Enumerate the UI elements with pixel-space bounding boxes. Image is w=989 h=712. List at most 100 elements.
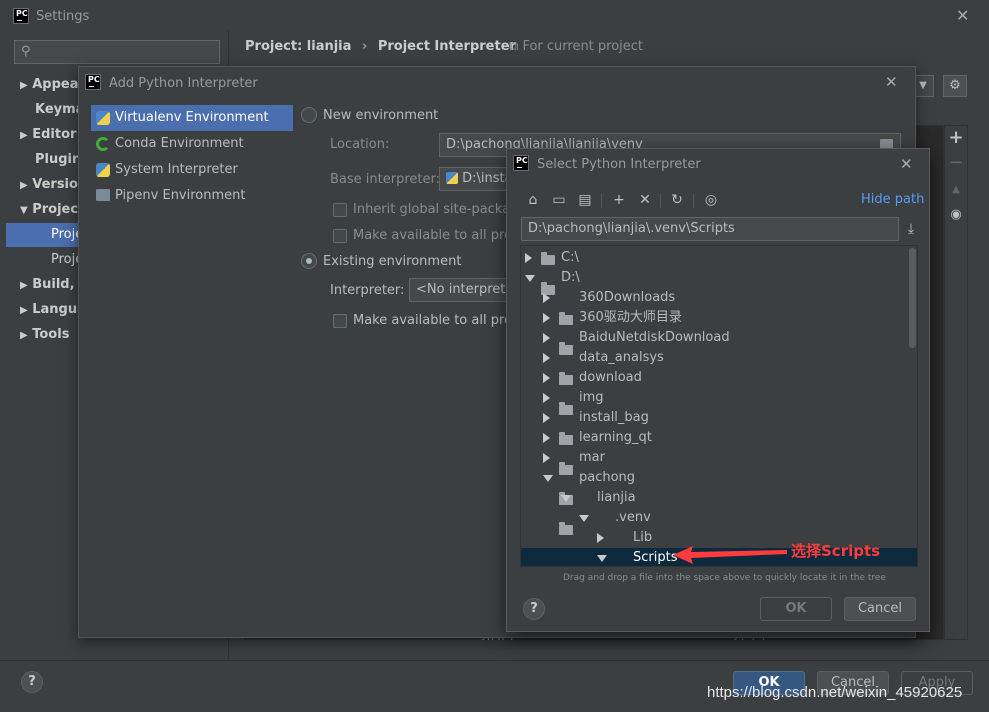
sidebar-item-project[interactable]: ▼ Project <box>20 202 84 217</box>
home-icon[interactable]: ⌂ <box>524 191 542 209</box>
pycharm-logo: PC <box>513 155 529 171</box>
new-environment-radio[interactable] <box>301 107 317 123</box>
refresh-icon[interactable]: ↻ <box>668 191 686 209</box>
tree-item[interactable]: 360驱动大师目录 <box>579 308 682 328</box>
tree-item[interactable]: D:\ <box>561 268 580 288</box>
remove-package-icon[interactable]: − <box>947 154 965 172</box>
expand-toggle-icon[interactable] <box>543 293 550 303</box>
python-icon <box>96 163 110 177</box>
expand-toggle-icon[interactable] <box>543 453 550 463</box>
base-interpreter-label: Base interpreter: <box>330 172 440 187</box>
watermark: https://blog.csdn.net/weixin_45920625 <box>707 684 963 701</box>
tree-scrollbar[interactable] <box>909 248 916 348</box>
collapse-toggle-icon[interactable] <box>543 475 553 482</box>
add-interpreter-title: Add Python Interpreter <box>109 76 258 91</box>
tree-item[interactable]: install_bag <box>579 408 649 428</box>
download-icon[interactable]: ⤓ <box>902 220 920 238</box>
inherit-checkbox[interactable] <box>333 203 347 217</box>
interpreter-value: <No interpreter <box>416 282 519 297</box>
select-interpreter-title: Select Python Interpreter <box>537 157 701 172</box>
expand-toggle-icon[interactable] <box>543 313 550 323</box>
breadcrumb-separator: › <box>361 39 368 54</box>
collapse-toggle-icon[interactable] <box>525 275 535 282</box>
upgrade-package-icon[interactable]: ▲ <box>947 181 965 199</box>
expand-toggle-icon[interactable] <box>543 413 550 423</box>
interpreter-select[interactable]: <No interpreter <box>409 278 519 302</box>
pycharm-logo: PC <box>85 74 101 90</box>
path-value: D:\pachong\lianjia\.venv\Scripts <box>528 221 735 236</box>
gear-icon[interactable]: ⚙ <box>943 75 967 97</box>
settings-help-button[interactable]: ? <box>21 671 43 693</box>
tree-item[interactable]: lianjia <box>597 488 636 508</box>
tree-item[interactable]: data_analsys <box>579 348 664 368</box>
conda-icon <box>96 137 110 151</box>
select-cancel-button[interactable]: Cancel <box>844 597 916 621</box>
sidebar-item-editor[interactable]: ▶ Editor <box>20 127 76 142</box>
tree-item[interactable]: img <box>579 388 604 408</box>
tree-item[interactable]: .venv <box>615 508 651 528</box>
expand-toggle-icon[interactable] <box>543 393 550 403</box>
folder-icon <box>559 462 573 475</box>
collapse-toggle-icon[interactable] <box>561 495 571 502</box>
collapse-toggle-icon[interactable] <box>579 515 589 522</box>
tree-item[interactable]: pachong <box>579 468 635 488</box>
tree-item[interactable]: 360Downloads <box>579 288 675 308</box>
select-ok-button[interactable]: OK <box>760 597 832 621</box>
tree-item[interactable]: learning_qt <box>579 428 652 448</box>
tree-item[interactable]: BaiduNetdiskDownload <box>579 328 730 348</box>
env-type-system[interactable]: System Interpreter <box>115 162 238 177</box>
expand-toggle-icon[interactable] <box>543 353 550 363</box>
project-folder-icon[interactable]: ▤ <box>576 191 594 209</box>
toolbar-separator <box>660 194 661 208</box>
path-input[interactable]: D:\pachong\lianjia\.venv\Scripts <box>521 217 899 241</box>
env-type-list: Virtualenv Environment Conda Environment… <box>89 105 293 225</box>
hide-path-link[interactable]: Hide path <box>861 192 924 207</box>
folder-icon <box>559 312 573 325</box>
toolbar-separator <box>693 194 694 208</box>
add-package-icon[interactable]: + <box>947 129 965 147</box>
desktop-icon[interactable]: ▭ <box>550 191 568 209</box>
interpreter-label: Interpreter: <box>330 283 405 298</box>
expand-toggle-icon[interactable] <box>597 533 604 543</box>
make-available-checkbox-1[interactable] <box>333 229 347 243</box>
tree-item[interactable]: download <box>579 368 642 388</box>
env-type-conda[interactable]: Conda Environment <box>115 136 244 151</box>
collapse-toggle-icon[interactable] <box>597 555 607 562</box>
expand-toggle-icon[interactable] <box>543 373 550 383</box>
packages-toolbar: + − ▲ ◉ <box>944 125 968 640</box>
eye-icon[interactable]: ◉ <box>947 206 965 224</box>
tree-item[interactable]: mar <box>579 448 605 468</box>
existing-environment-radio[interactable] <box>301 253 317 269</box>
toolbar-separator <box>601 194 602 208</box>
close-icon[interactable]: ✕ <box>900 155 913 173</box>
tree-item[interactable]: Lib <box>633 528 652 548</box>
folder-icon <box>559 522 573 535</box>
pipenv-icon <box>96 189 110 201</box>
file-tree: C:\ D:\ 360Downloads 360驱动大师目录 BaiduNetdiskD… <box>520 245 918 567</box>
tree-item[interactable]: C:\ <box>561 248 579 268</box>
new-folder-icon[interactable]: + <box>610 191 628 209</box>
make-available-label-2: Make available to all proje <box>353 313 524 328</box>
close-icon[interactable]: ✕ <box>885 73 898 91</box>
make-available-checkbox-2[interactable] <box>333 314 347 328</box>
expand-toggle-icon[interactable] <box>543 433 550 443</box>
env-type-pipenv[interactable]: Pipenv Environment <box>115 188 246 203</box>
expand-toggle-icon[interactable] <box>543 333 550 343</box>
folder-icon <box>559 342 573 355</box>
show-hidden-icon[interactable]: ◎ <box>702 191 720 209</box>
sidebar-item-appearance[interactable]: ▶ Appear <box>20 77 85 92</box>
sidebar-item-tools[interactable]: ▶ Tools <box>20 327 69 342</box>
settings-search-input[interactable]: ⚲ <box>14 40 220 64</box>
folder-icon <box>559 372 573 385</box>
folder-icon <box>559 402 573 415</box>
for-current-project: ⧉ For current project <box>509 39 644 54</box>
close-icon[interactable]: ✕ <box>956 6 969 25</box>
select-help-button[interactable]: ? <box>523 598 545 620</box>
expand-toggle-icon[interactable] <box>525 253 532 263</box>
copy-icon: ⧉ <box>509 39 519 54</box>
delete-icon[interactable]: ✕ <box>636 191 654 209</box>
sidebar-item-languages[interactable]: ▶ Langua <box>20 302 86 317</box>
drag-drop-hint: Drag and drop a file into the space abov… <box>563 573 886 583</box>
env-type-label: Virtualenv Environment <box>115 110 269 125</box>
breadcrumb: Project: lianjia › Project Interpreter <box>245 39 516 54</box>
